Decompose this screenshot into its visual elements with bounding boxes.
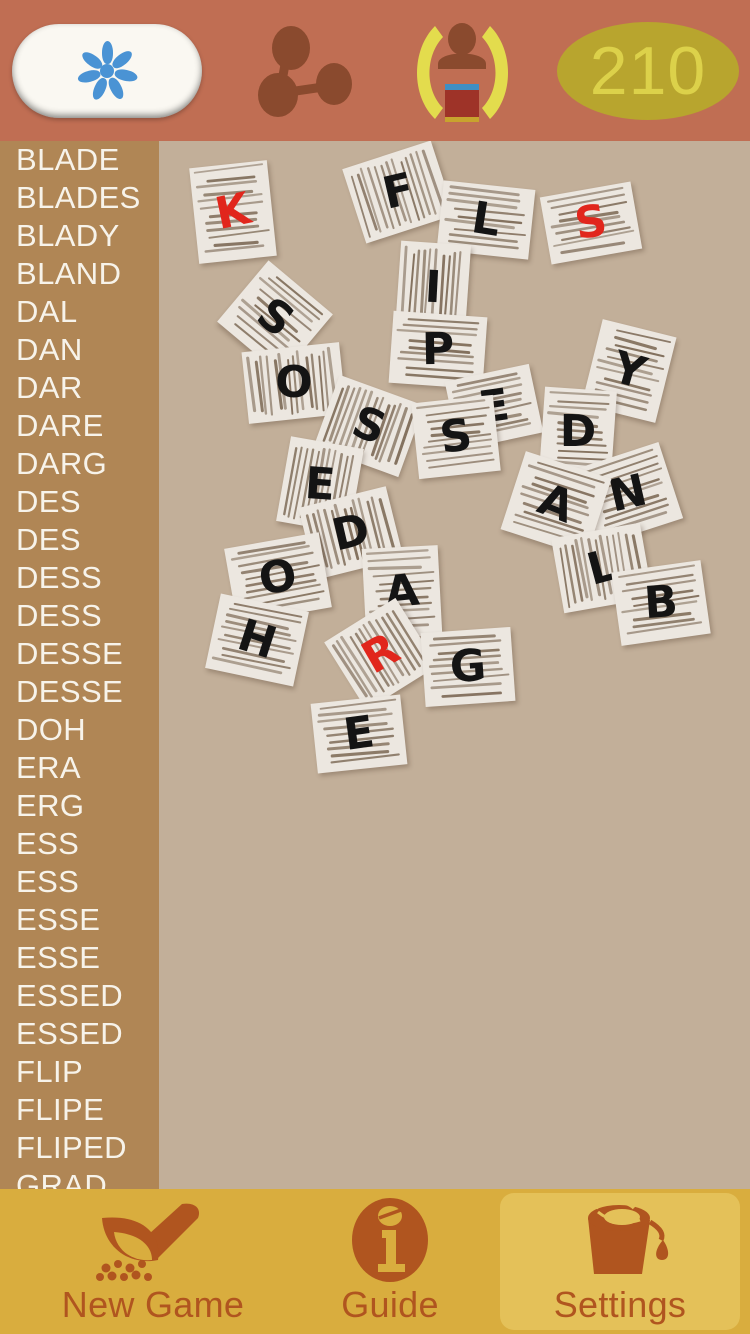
word-list-item: BLADES (16, 180, 141, 215)
tile-letter: E (340, 706, 378, 761)
word-list-item: DAL (16, 294, 78, 329)
word-list-item: ERA (16, 750, 81, 785)
word-list-item: BLADY (16, 218, 120, 253)
word-list-item: DESS (16, 560, 103, 595)
nav-label-guide: Guide (341, 1283, 439, 1325)
word-list-item: ERG (16, 788, 85, 823)
letter-tile[interactable]: K (189, 160, 277, 264)
word-list-item: DESSE (16, 674, 124, 709)
word-list-item: DOH (16, 712, 87, 747)
info-icon (348, 1197, 432, 1282)
word-list-item: ESS (16, 826, 80, 861)
nav-label-settings: Settings (553, 1283, 687, 1325)
tile-letter: G (448, 639, 488, 694)
letter-tile[interactable]: B (611, 560, 711, 646)
score-badge: 210 (557, 22, 739, 120)
word-list-item: ESSE (16, 940, 101, 975)
word-list-item: FLIPED (16, 1130, 127, 1165)
word-list-item: BLADE (16, 142, 120, 177)
word-list-item: FLIPE (16, 1092, 105, 1127)
word-list-item: DARE (16, 408, 104, 443)
found-words-list[interactable]: BLADE BLADES BLADY BLAND DAL DAN DAR DARE DARG DE… (0, 141, 159, 1189)
word-list-item: ESSED (16, 1016, 124, 1051)
tile-letter: S (571, 194, 611, 251)
seed-scoop-icon (78, 1198, 228, 1282)
word-list-item: DARG (16, 446, 108, 481)
word-list-item: DES (16, 484, 81, 519)
share-nodes-icon[interactable] (255, 26, 365, 118)
word-list-item: GRAD (16, 1168, 108, 1189)
word-list-item: DESS (16, 598, 103, 633)
tile-letter: S (436, 409, 476, 464)
word-list-item: ESSE (16, 902, 101, 937)
word-list-item: DES (16, 522, 81, 557)
flower-icon (76, 40, 138, 102)
word-list-item: DAN (16, 332, 83, 367)
letter-tile[interactable]: E (310, 694, 408, 774)
word-list-item: BLAND (16, 256, 122, 291)
nav-item-settings[interactable]: Settings (500, 1193, 740, 1330)
tile-letter: B (642, 575, 680, 630)
player-avatar-icon[interactable] (405, 20, 520, 124)
menu-button[interactable] (12, 24, 202, 118)
nav-item-new-game[interactable]: New Game (8, 1193, 298, 1330)
app-header: 210 (0, 0, 750, 141)
word-list-item: DAR (16, 370, 83, 405)
tile-letter: F (378, 163, 419, 220)
letter-tile[interactable]: S (411, 394, 501, 480)
word-list-item: ESSED (16, 978, 124, 1013)
nav-item-guide[interactable]: Guide (300, 1193, 480, 1330)
word-list-item: DESSE (16, 636, 124, 671)
score-value: 210 (589, 33, 707, 109)
letter-tile[interactable]: G (420, 626, 516, 708)
paint-bucket-icon (560, 1198, 680, 1282)
word-list-item: FLIP (16, 1054, 84, 1089)
letter-tile-board[interactable]: KFLSISPOEYSSDENADOALHBRGE (159, 141, 750, 1189)
bottom-nav: New Game Guide Settings (0, 1189, 750, 1334)
letter-tile[interactable]: S (539, 181, 643, 265)
word-list-item: ESS (16, 864, 80, 899)
nav-label-new-game: New Game (61, 1283, 245, 1325)
